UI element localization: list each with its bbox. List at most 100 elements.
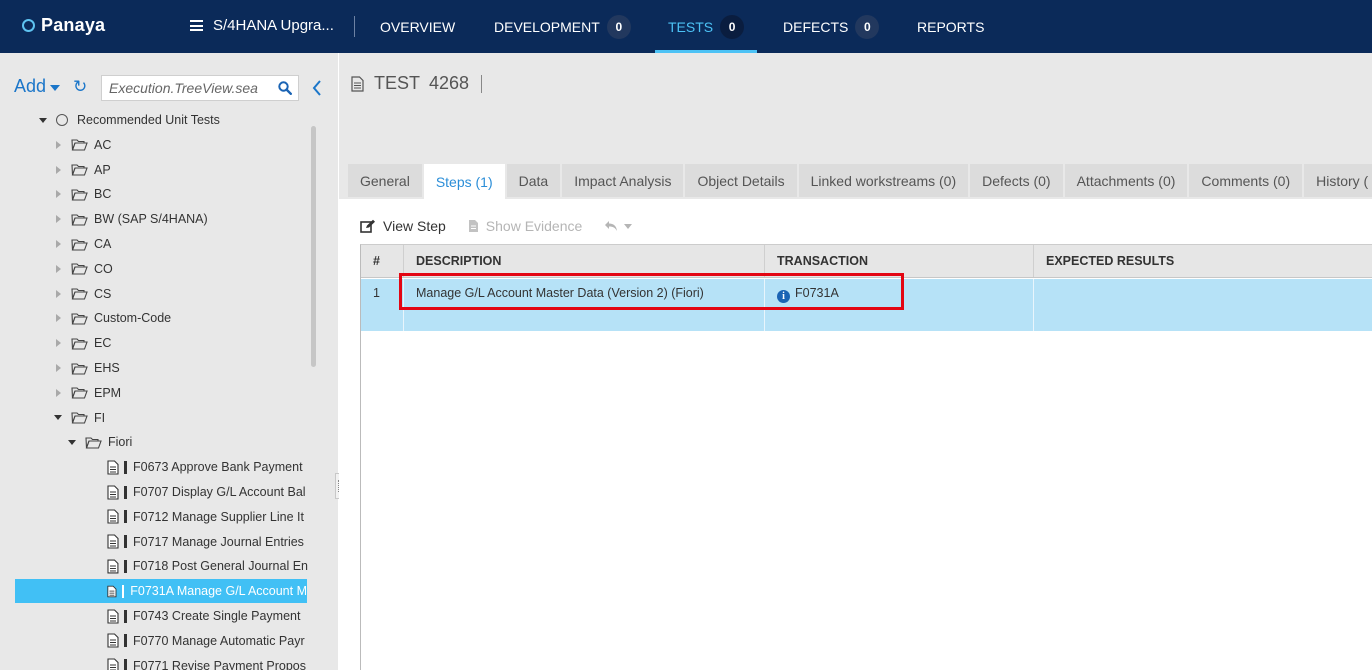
tab-data[interactable]: Data <box>506 164 561 197</box>
status-bar-icon <box>121 584 125 598</box>
steps-grid: # DESCRIPTION TRANSACTION EXPECTED RESUL… <box>360 244 1372 670</box>
tree-item-label: F0707 Display G/L Account Bal <box>133 485 306 499</box>
refresh-icon[interactable]: ↻ <box>73 77 87 97</box>
tab-defects[interactable]: Defects (0) <box>970 164 1063 197</box>
nav-overview-label: OVERVIEW <box>380 18 456 35</box>
tree-item-label: EPM <box>94 385 122 400</box>
table-row[interactable]: 1 Manage G/L Account Master Data (Versio… <box>361 279 1372 331</box>
nav-defects[interactable]: DEFECTS 0 <box>783 0 880 53</box>
add-button[interactable]: Add <box>14 76 61 97</box>
add-button-label: Add <box>14 76 47 96</box>
tree-item-label: Recommended Unit Tests <box>77 113 220 127</box>
header-expected-results[interactable]: EXPECTED RESULTS <box>1033 245 1370 277</box>
document-icon <box>107 460 119 475</box>
tab-general[interactable]: General <box>348 164 422 197</box>
tab-attachments[interactable]: Attachments (0) <box>1064 164 1188 197</box>
expand-toggle-icon[interactable] <box>67 437 77 447</box>
tree-item[interactable]: AP <box>0 158 308 182</box>
tree-scrollbar[interactable] <box>311 126 316 367</box>
tree-search-input[interactable] <box>102 76 272 100</box>
expand-toggle-icon[interactable] <box>53 189 63 199</box>
tree-item[interactable]: BC <box>0 182 308 206</box>
folder-icon <box>71 412 88 424</box>
show-evidence-label: Show Evidence <box>485 218 583 234</box>
document-icon <box>107 559 119 574</box>
tree-item[interactable]: F0718 Post General Journal En <box>0 554 308 578</box>
document-icon <box>107 484 119 500</box>
test-prefix: TEST <box>374 73 421 93</box>
tree-item[interactable]: Fiori <box>0 430 308 454</box>
tree-item[interactable]: F0673 Approve Bank Payment <box>0 455 308 479</box>
show-evidence-button[interactable]: Show Evidence <box>468 218 583 234</box>
tree-item[interactable]: F0717 Manage Journal Entries <box>0 530 308 554</box>
tree-item[interactable]: F0770 Manage Automatic Payr <box>0 629 308 653</box>
tree-item[interactable]: CS <box>0 282 308 306</box>
status-bar-icon <box>124 535 127 549</box>
tree-item[interactable]: F0771 Revise Payment Propos <box>0 654 308 670</box>
search-icon[interactable] <box>278 81 292 95</box>
nav-defects-label: DEFECTS <box>783 18 849 35</box>
view-step-button[interactable]: View Step <box>360 218 446 234</box>
tree-item[interactable]: AC <box>0 133 308 157</box>
nav-development[interactable]: DEVELOPMENT 0 <box>494 0 631 53</box>
tree-item[interactable]: F0743 Create Single Payment <box>0 604 308 628</box>
expand-toggle-icon[interactable] <box>53 388 63 398</box>
tree-item[interactable]: BW (SAP S/4HANA) <box>0 207 308 231</box>
expand-toggle-icon[interactable] <box>53 214 63 224</box>
expand-toggle-icon[interactable] <box>53 338 63 348</box>
info-icon[interactable]: i <box>777 290 790 303</box>
tab-impact-analysis[interactable]: Impact Analysis <box>562 164 684 197</box>
tree-item-label: F0673 Approve Bank Payment <box>133 460 303 475</box>
header-transaction[interactable]: TRANSACTION <box>764 245 1033 277</box>
detail-tabs: General Steps (1) Data Impact Analysis O… <box>348 164 1372 199</box>
tree-item[interactable]: EPM <box>0 381 308 405</box>
test-tree: Recommended Unit Tests AC AP BC BW (SAP S/4H… <box>0 108 310 670</box>
tab-steps[interactable]: Steps (1) <box>423 164 505 199</box>
folder-icon <box>71 164 88 176</box>
file-icon <box>468 220 478 232</box>
tab-object-details[interactable]: Object Details <box>685 164 797 197</box>
expand-toggle-icon[interactable] <box>53 363 63 373</box>
header-description[interactable]: DESCRIPTION <box>403 245 764 277</box>
tab-linked-workstreams[interactable]: Linked workstreams (0) <box>798 164 969 197</box>
cell-transaction: i F0731A <box>764 279 1033 331</box>
title-separator <box>481 74 483 93</box>
header-number[interactable]: # <box>361 245 403 277</box>
tree-item[interactable]: FI <box>0 406 308 430</box>
tab-history[interactable]: History ( <box>1304 164 1372 197</box>
status-bar-icon <box>124 485 127 499</box>
nav-tests[interactable]: TESTS 0 <box>654 0 758 53</box>
tree-item[interactable]: EC <box>0 331 308 355</box>
folder-icon <box>71 387 88 399</box>
document-icon <box>107 608 119 624</box>
tree-item[interactable]: Recommended Unit Tests <box>0 108 308 132</box>
collapse-panel-icon[interactable] <box>310 78 324 98</box>
panaya-logo[interactable]: Panaya <box>22 15 105 36</box>
nav-reports[interactable]: REPORTS <box>917 0 984 53</box>
tree-item[interactable]: CO <box>0 257 308 281</box>
expand-toggle-icon[interactable] <box>53 165 63 175</box>
tree-item[interactable]: F0707 Display G/L Account Bal <box>0 480 308 504</box>
expand-toggle-icon[interactable] <box>38 115 48 125</box>
expand-toggle-icon[interactable] <box>53 239 63 249</box>
project-selector[interactable]: S/4HANA Upgra... <box>190 17 334 34</box>
tree-item-label: Custom-Code <box>94 311 172 326</box>
tree-item[interactable]: EHS <box>0 356 308 380</box>
expand-toggle-icon[interactable] <box>53 313 63 323</box>
tree-item[interactable]: F0712 Manage Supplier Line It <box>0 505 308 529</box>
tab-comments[interactable]: Comments (0) <box>1189 164 1303 197</box>
tree-item-label: CO <box>94 261 113 276</box>
expand-toggle-icon[interactable] <box>53 289 63 299</box>
nav-overview[interactable]: OVERVIEW <box>380 0 455 53</box>
tree-item[interactable]: Custom-Code <box>0 306 308 330</box>
nav-tests-label: TESTS <box>668 18 714 35</box>
undo-button[interactable] <box>604 220 633 232</box>
expand-toggle-icon[interactable] <box>53 413 63 423</box>
logo-text: Panaya <box>41 15 106 35</box>
tree-item[interactable]: F0731A Manage G/L Account M <box>15 579 307 604</box>
expand-toggle-icon[interactable] <box>53 264 63 274</box>
test-detail-panel: TEST 4268 General Steps (1) Data Impact … <box>339 53 1372 670</box>
nav-development-label: DEVELOPMENT <box>494 18 600 35</box>
tree-item[interactable]: CA <box>0 232 308 256</box>
expand-toggle-icon[interactable] <box>53 140 63 150</box>
